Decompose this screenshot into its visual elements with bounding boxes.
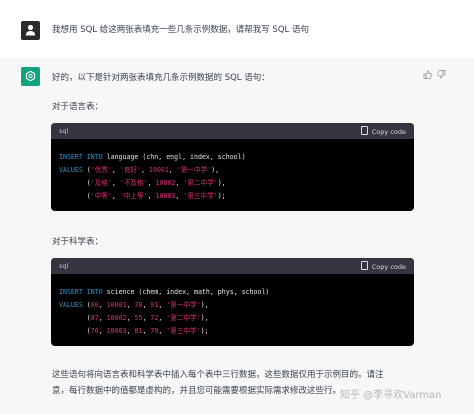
- code-number: 10001: [106, 301, 127, 309]
- code-string: '第二中学': [166, 314, 201, 322]
- code-string: '第一中学': [176, 166, 212, 174]
- user-avatar: [21, 21, 40, 40]
- assistant-message-row: 好的，以下是针对两张表填充几条示例数据的 SQL 语句： 对于语言表： sql …: [0, 58, 474, 414]
- code-number: 80: [90, 301, 99, 309]
- copy-code-button[interactable]: Copy code: [360, 261, 406, 271]
- copy-code-button[interactable]: Copy code: [360, 126, 406, 136]
- thumb-down-icon[interactable]: [437, 70, 446, 82]
- code-number: 72: [150, 314, 159, 322]
- code-block-science: sql Copy code INSERT INTO science (chem,…: [51, 258, 414, 346]
- code-number: 10003: [106, 327, 127, 335]
- code-number: 76: [90, 327, 99, 335]
- code-string: '中等': [90, 192, 112, 200]
- code-string: '优秀': [90, 166, 112, 174]
- copy-code-label: Copy code: [371, 128, 406, 136]
- clipboard-icon: [360, 126, 368, 135]
- code-string: '中上等': [119, 192, 148, 200]
- code-string: '不及格': [119, 179, 148, 187]
- code-number: 10002: [106, 314, 127, 322]
- code-keyword: VALUES: [59, 166, 83, 174]
- code-text: language (chn, engl, index, school): [102, 153, 246, 161]
- code-number: 55: [134, 314, 143, 322]
- user-message-row: 我想用 SQL 给这两张表填充一些几条示例数据，请帮我写 SQL 语句: [0, 0, 474, 59]
- code-body: INSERT INTO language (chn, engl, index, …: [59, 153, 246, 200]
- code-string: '第三中学': [183, 192, 218, 200]
- code-string: '良好': [119, 166, 142, 174]
- code-keyword: INSERT INTO: [59, 288, 103, 296]
- code-keyword: INSERT INTO: [59, 153, 103, 161]
- code-language-label: sql: [59, 262, 69, 270]
- openai-logo-icon: [25, 70, 36, 82]
- code-string: '第二中学': [183, 179, 218, 187]
- assistant-footer-text: 这些语句将向语言表和科学表中插入每个表中三行数据，这些数据仅用于示例目的。请注 …: [52, 367, 384, 399]
- code-number: 78: [134, 301, 143, 309]
- section-label-science: 对于科学表：: [52, 237, 104, 247]
- code-number: 79: [150, 327, 159, 335]
- user-icon: [25, 24, 36, 36]
- code-language-label: sql: [59, 127, 69, 135]
- assistant-intro-text: 好的，以下是针对两张表填充几条示例数据的 SQL 语句：: [52, 73, 270, 83]
- clipboard-icon: [360, 261, 368, 270]
- code-block-header: sql Copy code: [51, 123, 414, 139]
- code-text: science (chem, index, math, phys, school…: [102, 288, 270, 296]
- footer-line-2: 意，每行数据中的值都是虚构的，并且您可能需要根据实际需求修改这些行。: [52, 386, 342, 396]
- code-string: '及格': [90, 179, 112, 187]
- code-string: '第三中学': [166, 327, 201, 335]
- user-message-text: 我想用 SQL 给这两张表填充一些几条示例数据，请帮我写 SQL 语句: [52, 25, 309, 35]
- code-block-header: sql Copy code: [51, 258, 414, 274]
- code-number: 10003: [155, 192, 176, 200]
- watermark: 知乎 @李寻欢Varman: [340, 390, 442, 401]
- code-number: 81: [134, 327, 143, 335]
- code-number: 10001: [148, 166, 169, 174]
- code-number: 91: [150, 301, 159, 309]
- code-keyword: VALUES: [59, 301, 83, 309]
- assistant-avatar: [21, 67, 40, 86]
- code-number: 10002: [155, 179, 176, 187]
- section-label-language: 对于语言表：: [52, 102, 104, 112]
- code-body: INSERT INTO science (chem, index, math, …: [59, 288, 270, 335]
- code-block-language: sql Copy code INSERT INTO language (chn,…: [51, 123, 414, 211]
- code-string: '第一中学': [166, 301, 201, 309]
- thumb-up-icon[interactable]: [423, 70, 432, 82]
- copy-code-label: Copy code: [371, 263, 406, 271]
- code-number: 87: [90, 314, 99, 322]
- footer-line-1: 这些语句将向语言表和科学表中插入每个表中三行数据，这些数据仅用于示例目的。请注: [52, 370, 384, 380]
